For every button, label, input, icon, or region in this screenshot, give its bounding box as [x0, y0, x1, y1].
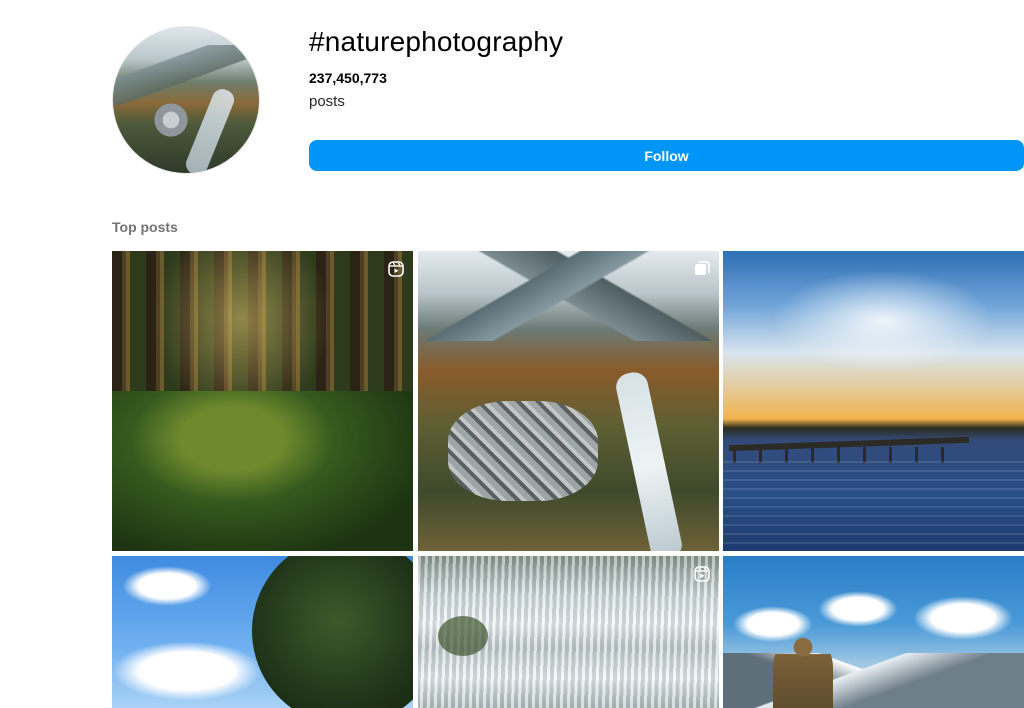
forest-ground [112, 391, 413, 551]
post-tile-alpine-village[interactable] [418, 251, 719, 551]
village-mountains [418, 251, 719, 341]
post-tile-waterfall[interactable] [418, 556, 719, 708]
post-tile-sky-tree[interactable] [112, 556, 413, 708]
reel-icon [388, 261, 404, 277]
sky-cloud [112, 641, 262, 701]
post-tile-hiker-mountains[interactable] [723, 556, 1024, 708]
post-tile-lake-sunset[interactable] [723, 251, 1024, 551]
village-houses [448, 401, 598, 501]
avatar-village [143, 103, 199, 137]
post-count: 237,450,773 [309, 70, 387, 86]
tree-canopy [252, 556, 413, 708]
sky-cloud [913, 596, 1013, 640]
avatar-mountain [113, 45, 259, 105]
reel-icon [694, 566, 710, 582]
sky-cloud [122, 566, 212, 606]
hashtag-avatar [112, 26, 260, 174]
village-river [613, 369, 685, 551]
lake-clouds [763, 266, 1003, 376]
hiker-figure [773, 636, 833, 708]
top-posts-heading: Top posts [112, 219, 178, 235]
lake-water [723, 461, 1024, 551]
carousel-icon [695, 261, 710, 275]
sky-cloud [818, 591, 898, 627]
follow-button[interactable]: Follow [309, 140, 1024, 171]
post-count-label: posts [309, 93, 345, 110]
hashtag-title: #naturephotography [309, 26, 564, 57]
waterfall-moss [438, 616, 488, 656]
snowy-mountains [723, 653, 1024, 708]
post-tile-forest[interactable] [112, 251, 413, 551]
